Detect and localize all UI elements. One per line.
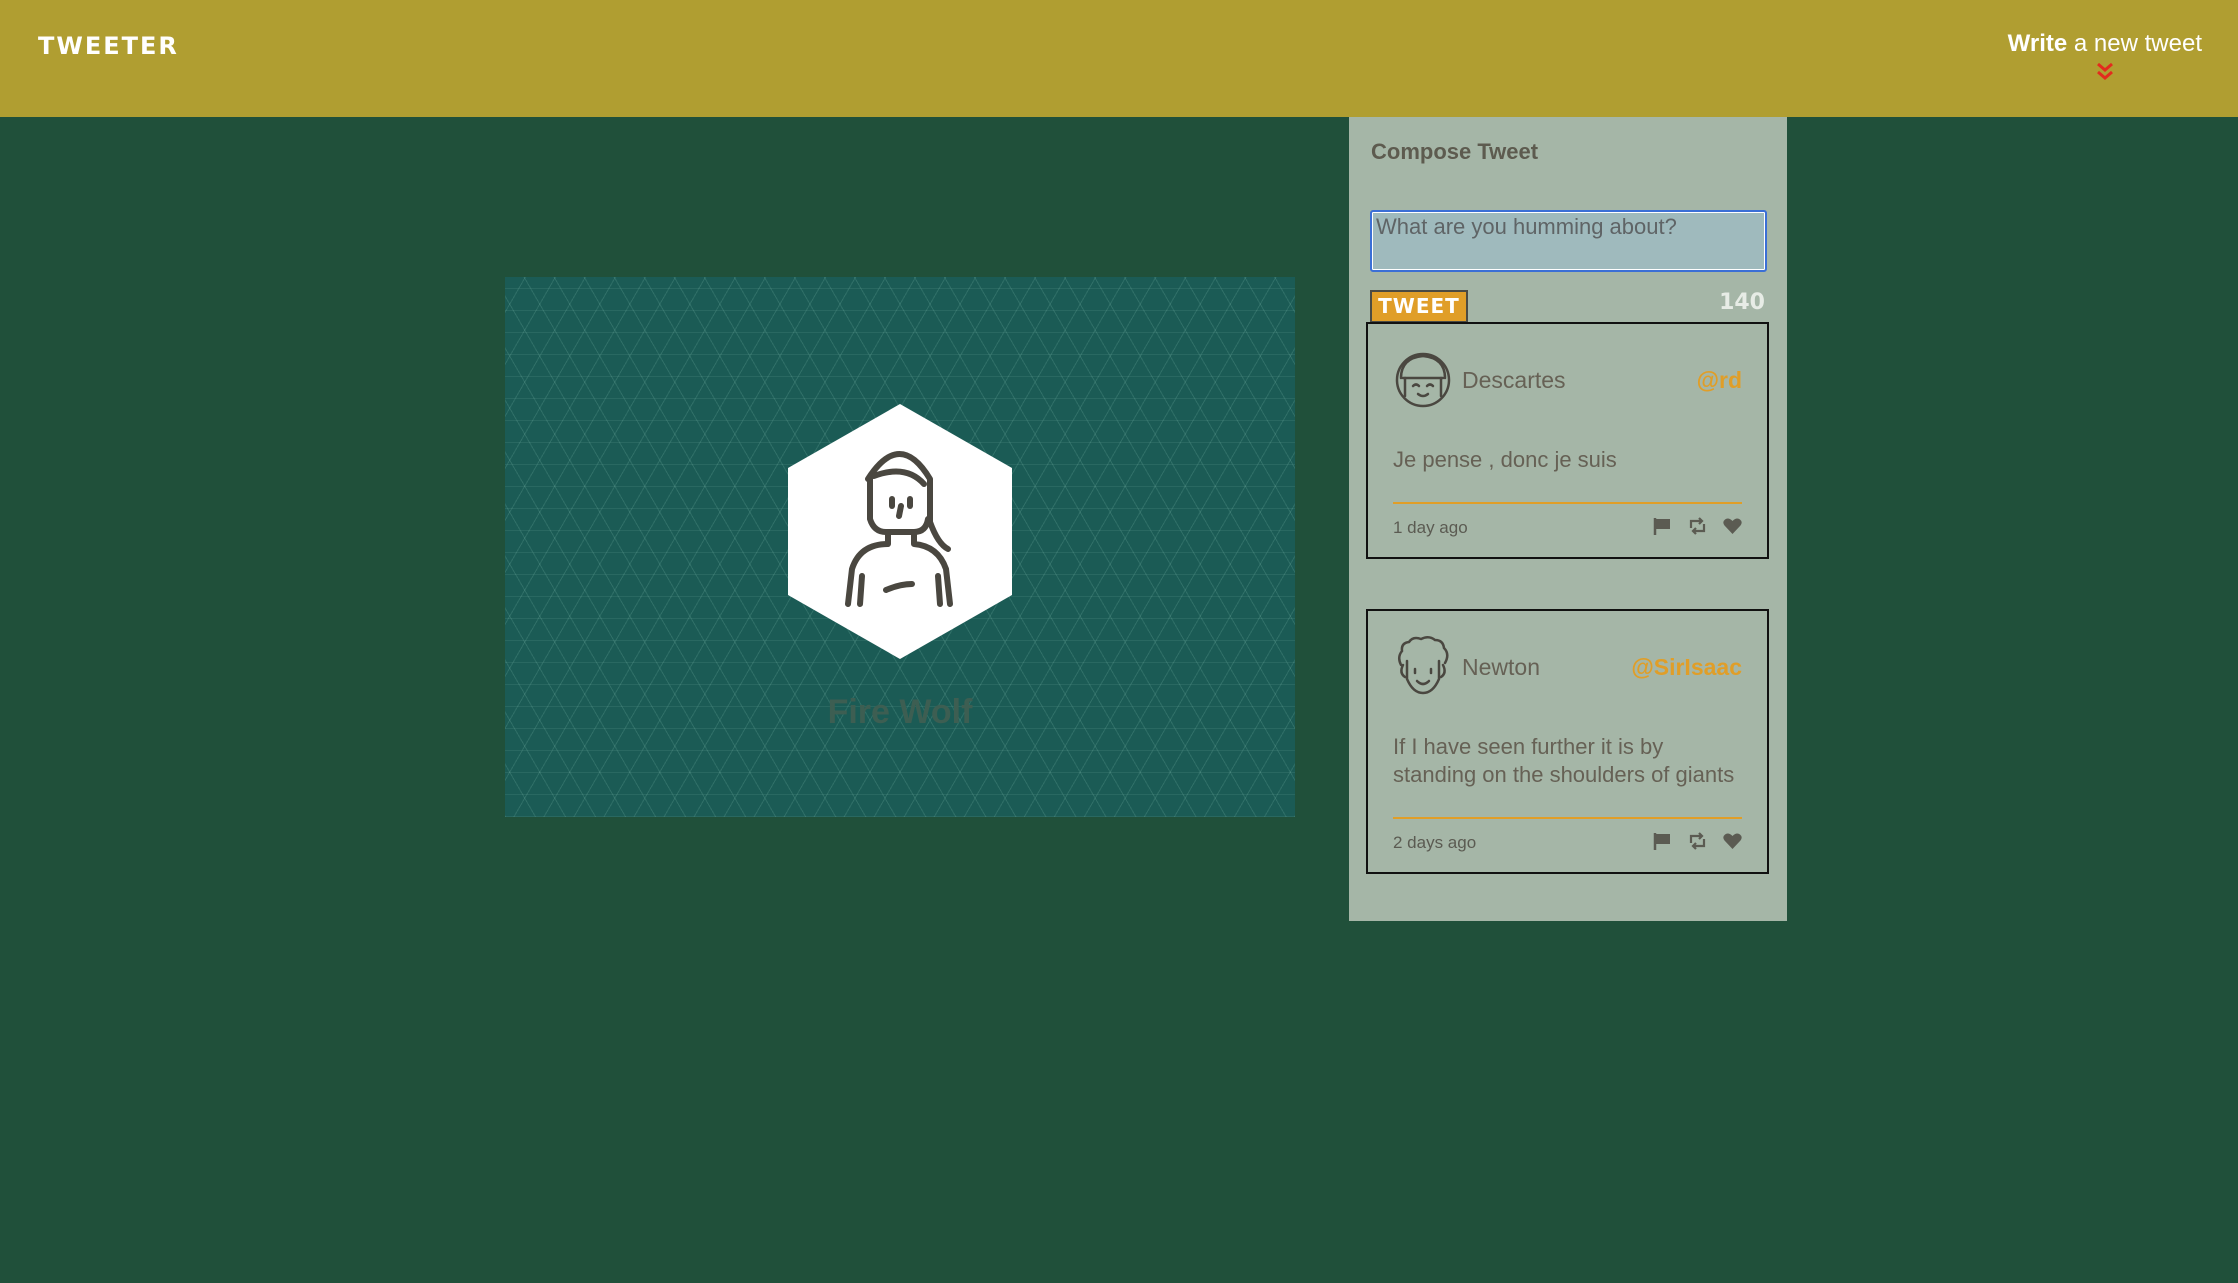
- tweet-timestamp: 2 days ago: [1393, 833, 1477, 852]
- profile-name: Fire Wolf: [827, 693, 973, 731]
- tweet-text: If I have seen further it is by standing…: [1393, 734, 1735, 787]
- write-new-tweet-toggle[interactable]: Write a new tweet: [2008, 30, 2202, 84]
- character-counter: 140: [1719, 290, 1765, 315]
- flag-icon[interactable]: [1652, 516, 1673, 536]
- tweet-divider: [1393, 502, 1742, 504]
- tweet-card: Descartes @rd Je pense , donc je suis 1 …: [1366, 322, 1769, 559]
- tweet-author-handle[interactable]: @SirIsaac: [1631, 654, 1742, 681]
- tweets-sidebar: Compose Tweet TWEET 140 Descartes @rd Je…: [1349, 117, 1787, 921]
- tweet-author-name: Newton: [1462, 654, 1540, 680]
- tweet-author-name: Descartes: [1462, 367, 1566, 393]
- profile-card: Fire Wolf: [505, 277, 1295, 817]
- heart-icon[interactable]: [1722, 516, 1743, 536]
- tweet-divider: [1393, 817, 1742, 819]
- compose-toggle-text: a new tweet: [2067, 30, 2202, 57]
- retweet-icon[interactable]: [1687, 516, 1708, 536]
- descartes-avatar-icon: [1395, 352, 1451, 408]
- logo[interactable]: TWEETER: [38, 32, 179, 60]
- tweet-author-handle[interactable]: @rd: [1697, 367, 1742, 394]
- top-nav: TWEETER Write a new tweet: [0, 0, 2238, 117]
- retweet-icon[interactable]: [1687, 831, 1708, 851]
- tweet-submit-button[interactable]: TWEET: [1370, 290, 1468, 323]
- double-chevron-down-icon[interactable]: [2093, 60, 2117, 84]
- compose-tweet-input[interactable]: [1370, 210, 1767, 272]
- tweet-text: Je pense , donc je suis: [1393, 447, 1617, 472]
- compose-toggle-bold: Write: [2007, 30, 2068, 57]
- flag-icon[interactable]: [1652, 831, 1673, 851]
- tweet-timestamp: 1 day ago: [1393, 518, 1468, 537]
- heart-icon[interactable]: [1722, 831, 1743, 851]
- tweet-actions: [1652, 831, 1743, 851]
- compose-title: Compose Tweet: [1371, 139, 1539, 164]
- newton-avatar-icon: [1398, 636, 1449, 695]
- tweet-actions: [1652, 516, 1743, 536]
- tweet-card: Newton @SirIsaac If I have seen further …: [1366, 609, 1769, 874]
- profile-avatar: [788, 404, 1012, 659]
